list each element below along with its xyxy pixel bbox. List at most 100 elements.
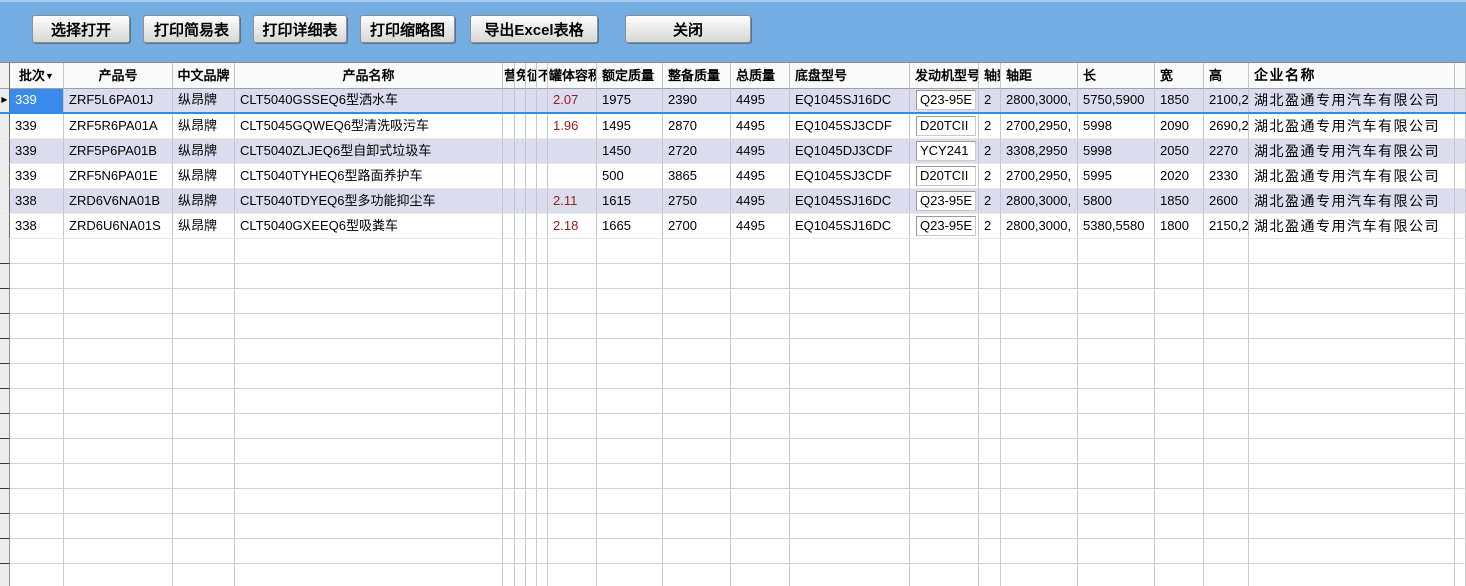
cell-rated[interactable]: 1450 xyxy=(597,139,663,164)
cell-rated[interactable]: 1975 xyxy=(597,89,663,112)
cell-f4[interactable] xyxy=(537,89,548,112)
cell-brand[interactable]: 纵昂牌 xyxy=(173,164,235,189)
cell-length[interactable]: 5380,5580 xyxy=(1078,214,1155,239)
cell-length[interactable]: 5800 xyxy=(1078,189,1155,214)
cell-f1[interactable] xyxy=(503,114,515,139)
cell-product_no[interactable]: ZRF5P6PA01B xyxy=(64,139,173,164)
cell-f4[interactable] xyxy=(537,164,548,189)
row-selector[interactable] xyxy=(0,114,10,139)
cell-tank[interactable]: 1.96 xyxy=(548,114,597,139)
engine-model-inset[interactable]: Q23-95E xyxy=(916,216,976,236)
cell-axles[interactable]: 2 xyxy=(979,214,1001,239)
cell-f2[interactable] xyxy=(515,189,526,214)
cell-engine[interactable]: Q23-95E xyxy=(910,189,979,214)
header-chassis[interactable]: 底盘型号 xyxy=(790,63,910,89)
cell-axles[interactable]: 2 xyxy=(979,139,1001,164)
cell-tank[interactable] xyxy=(548,139,597,164)
header-f4[interactable]: 不 xyxy=(537,63,548,89)
cell-rated[interactable]: 1665 xyxy=(597,214,663,239)
header-height[interactable]: 高 xyxy=(1204,63,1249,89)
cell-curb[interactable]: 2700 xyxy=(663,214,731,239)
cell-company[interactable]: 湖北盈通专用汽车有限公司 xyxy=(1249,114,1455,139)
header-brand[interactable]: 中文品牌 xyxy=(173,63,235,89)
cell-width[interactable]: 2050 xyxy=(1155,139,1204,164)
cell-engine[interactable]: Q23-95E xyxy=(910,89,979,112)
cell-axles[interactable]: 2 xyxy=(979,114,1001,139)
header-length[interactable]: 长 xyxy=(1078,63,1155,89)
cell-f2[interactable] xyxy=(515,139,526,164)
engine-model-inset[interactable]: Q23-95E xyxy=(916,191,976,211)
cell-width[interactable]: 2020 xyxy=(1155,164,1204,189)
close-button[interactable]: 关闭 xyxy=(625,15,751,43)
cell-engine[interactable]: YCY241 xyxy=(910,139,979,164)
cell-company[interactable]: 湖北盈通专用汽车有限公司 xyxy=(1249,189,1455,214)
header-engine[interactable]: 发动机型号 xyxy=(910,63,979,89)
engine-model-inset[interactable]: D20TCII xyxy=(916,116,976,136)
cell-wheelbase[interactable]: 2700,2950, xyxy=(1001,164,1078,189)
cell-brand[interactable]: 纵昂牌 xyxy=(173,114,235,139)
cell-chassis[interactable]: EQ1045SJ3CDF xyxy=(790,114,910,139)
cell-tank[interactable]: 2.07 xyxy=(548,89,597,112)
cell-name[interactable]: CLT5040ZLJEQ6型自卸式垃圾车 xyxy=(235,139,503,164)
cell-wheelbase[interactable]: 3308,2950 xyxy=(1001,139,1078,164)
cell-tank[interactable] xyxy=(548,164,597,189)
row-selector[interactable] xyxy=(0,164,10,189)
cell-f3[interactable] xyxy=(526,139,537,164)
cell-batch[interactable]: 339 xyxy=(10,114,64,139)
cell-curb[interactable]: 2750 xyxy=(663,189,731,214)
cell-wheelbase[interactable]: 2800,3000, xyxy=(1001,89,1078,112)
cell-f2[interactable] xyxy=(515,89,526,112)
header-f3[interactable]: 征 xyxy=(526,63,537,89)
cell-f3[interactable] xyxy=(526,114,537,139)
cell-height[interactable]: 2690,2 xyxy=(1204,114,1249,139)
cell-width[interactable]: 1850 xyxy=(1155,89,1204,112)
cell-f3[interactable] xyxy=(526,164,537,189)
cell-f2[interactable] xyxy=(515,114,526,139)
cell-rated[interactable]: 1495 xyxy=(597,114,663,139)
row-selector[interactable] xyxy=(0,139,10,164)
cell-f4[interactable] xyxy=(537,189,548,214)
cell-company[interactable]: 湖北盈通专用汽车有限公司 xyxy=(1249,214,1455,239)
cell-engine[interactable]: D20TCII xyxy=(910,164,979,189)
header-width[interactable]: 宽 xyxy=(1155,63,1204,89)
cell-f3[interactable] xyxy=(526,189,537,214)
cell-width[interactable]: 1800 xyxy=(1155,214,1204,239)
cell-chassis[interactable]: EQ1045DJ3CDF xyxy=(790,139,910,164)
cell-tank[interactable]: 2.18 xyxy=(548,214,597,239)
cell-batch[interactable]: 338 xyxy=(10,189,64,214)
cell-rated[interactable]: 1615 xyxy=(597,189,663,214)
cell-width[interactable]: 2090 xyxy=(1155,114,1204,139)
cell-axles[interactable]: 2 xyxy=(979,164,1001,189)
cell-f1[interactable] xyxy=(503,189,515,214)
cell-brand[interactable]: 纵昂牌 xyxy=(173,89,235,112)
header-tank[interactable]: 罐体容积 xyxy=(548,63,597,89)
header-axles[interactable]: 轴数 xyxy=(979,63,1001,89)
cell-f4[interactable] xyxy=(537,139,548,164)
cell-f4[interactable] xyxy=(537,214,548,239)
cell-batch[interactable]: 339 xyxy=(10,89,64,112)
cell-product_no[interactable]: ZRF5L6PA01J xyxy=(64,89,173,112)
cell-name[interactable]: CLT5040GSSEQ6型洒水车 xyxy=(235,89,503,112)
engine-model-inset[interactable]: YCY241 xyxy=(916,141,976,161)
cell-name[interactable]: CLT5045GQWEQ6型清洗吸污车 xyxy=(235,114,503,139)
cell-height[interactable]: 2330 xyxy=(1204,164,1249,189)
cell-curb[interactable]: 2870 xyxy=(663,114,731,139)
header-f1[interactable]: 营 xyxy=(503,63,515,89)
cell-height[interactable]: 2150,2 xyxy=(1204,214,1249,239)
cell-company[interactable]: 湖北盈通专用汽车有限公司 xyxy=(1249,139,1455,164)
row-selector[interactable] xyxy=(0,189,10,214)
cell-curb[interactable]: 3865 xyxy=(663,164,731,189)
cell-total[interactable]: 4495 xyxy=(731,114,790,139)
cell-height[interactable]: 2270 xyxy=(1204,139,1249,164)
cell-product_no[interactable]: ZRD6V6NA01B xyxy=(64,189,173,214)
cell-chassis[interactable]: EQ1045SJ16DC xyxy=(790,89,910,112)
cell-f1[interactable] xyxy=(503,164,515,189)
cell-length[interactable]: 5750,5900 xyxy=(1078,89,1155,112)
header-company[interactable]: 企业名称 xyxy=(1249,63,1455,89)
cell-length[interactable]: 5998 xyxy=(1078,139,1155,164)
cell-brand[interactable]: 纵昂牌 xyxy=(173,139,235,164)
cell-f3[interactable] xyxy=(526,214,537,239)
cell-total[interactable]: 4495 xyxy=(731,214,790,239)
cell-product_no[interactable]: ZRD6U6NA01S xyxy=(64,214,173,239)
cell-wheelbase[interactable]: 2800,3000, xyxy=(1001,214,1078,239)
